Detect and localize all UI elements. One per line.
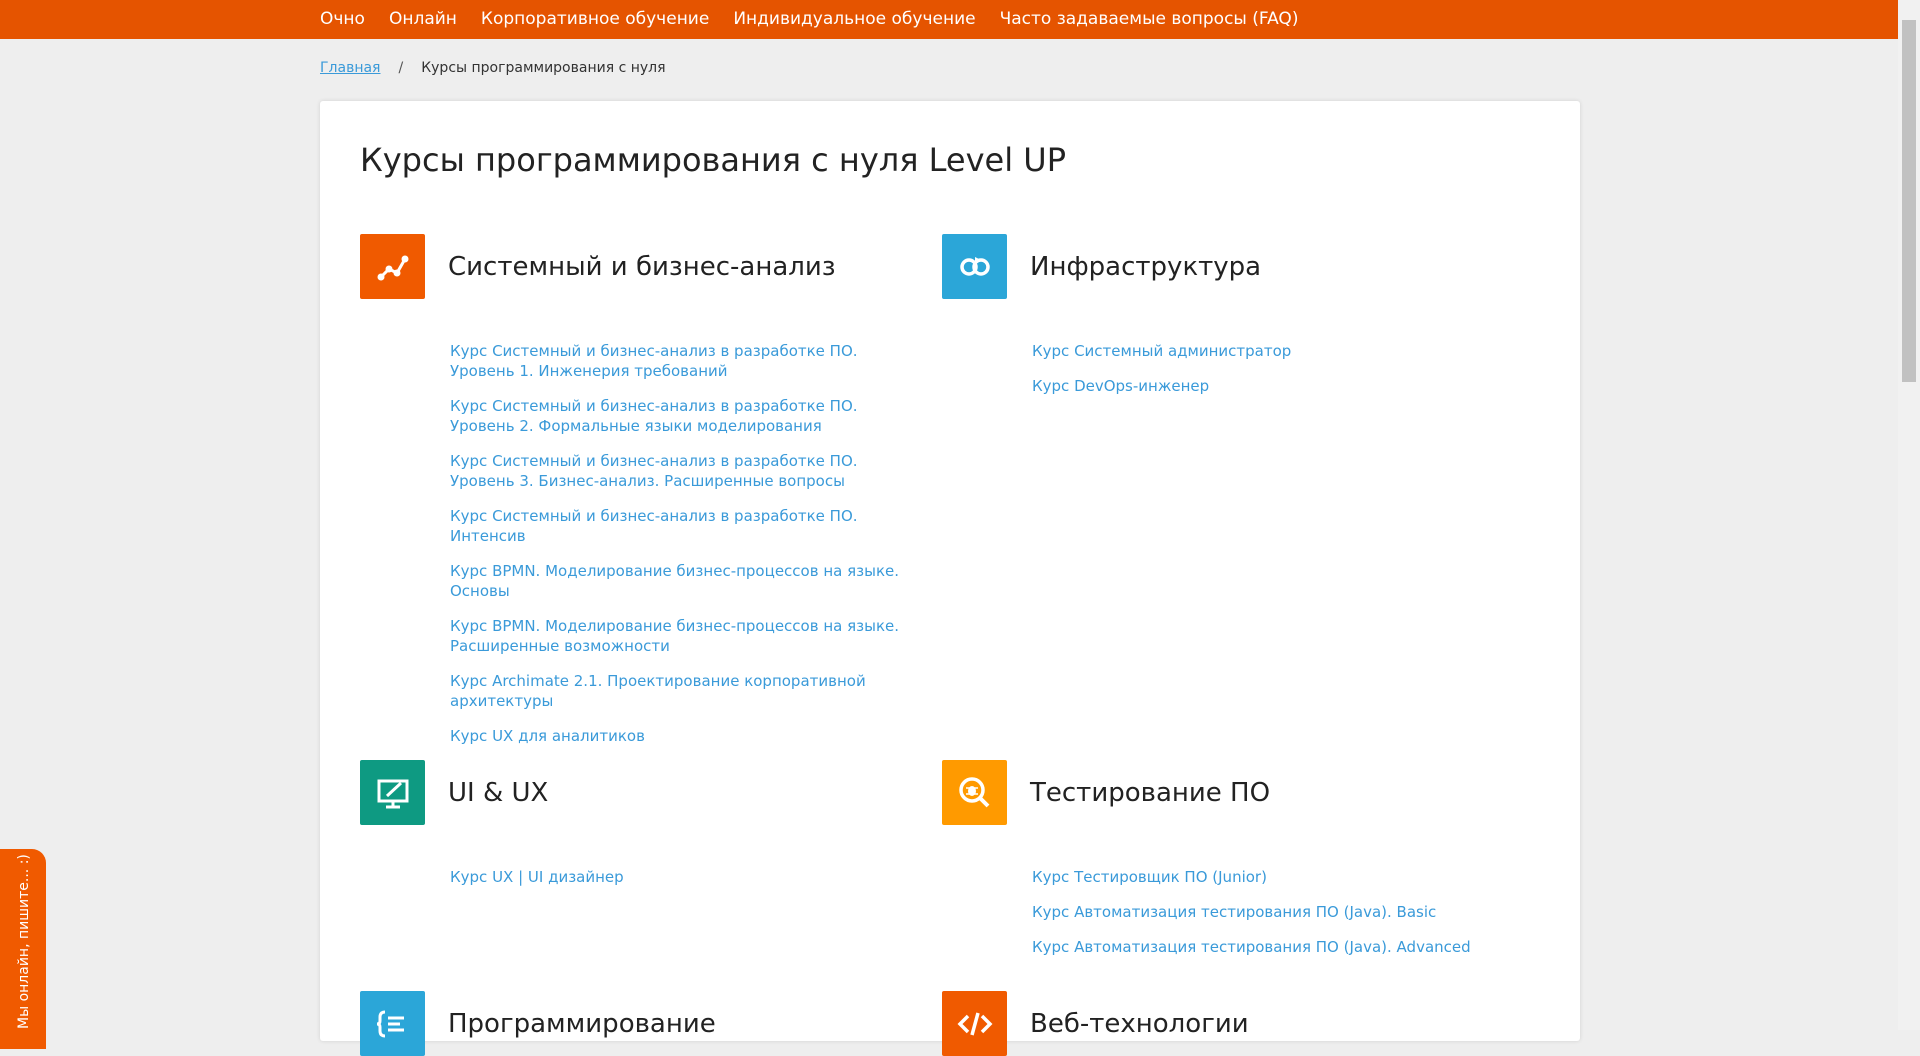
code-tag-icon[interactable] [942,991,1007,1056]
breadcrumb: Главная / Курсы программирования с нуля [320,60,666,76]
vertical-scrollbar[interactable] [1898,0,1920,1030]
category-infrastructure: Инфраструктура Курс Системный администра… [942,234,1502,411]
category-title[interactable]: Инфраструктура [1030,252,1261,282]
course-link[interactable]: Курс DevOps-инженер [1032,376,1502,396]
nav-item-ochno[interactable]: Очно [320,0,365,39]
category-header: UI & UX [360,760,920,825]
category-web: Веб-технологии [942,991,1502,1056]
nav-item-online[interactable]: Онлайн [389,0,457,39]
course-link[interactable]: Курс Archimate 2.1. Проектирование корпо… [450,671,920,711]
content-card: Курсы программирования с нуля Level UP С… [320,101,1580,1056]
course-link[interactable]: Курс Системный администратор [1032,341,1502,361]
course-link[interactable]: Курс Автоматизация тестирования ПО (Java… [1032,902,1502,922]
course-link[interactable]: Курс UX для аналитиков [450,726,920,746]
nav-item-corporate[interactable]: Корпоративное обучение [481,0,709,39]
course-link[interactable]: Курс Системный и бизнес-анализ в разрабо… [450,506,920,546]
nav-item-individual[interactable]: Индивидуальное обучение [733,0,975,39]
course-link[interactable]: Курс BPMN. Моделирование бизнес-процессо… [450,616,920,656]
breadcrumb-separator: / [398,60,404,76]
category-header: Программирование [360,991,920,1056]
infrastructure-loop-icon[interactable] [942,234,1007,299]
category-title[interactable]: Системный и бизнес-анализ [448,252,836,282]
top-navigation: Очно Онлайн Корпоративное обучение Индив… [0,0,1898,39]
category-title[interactable]: UI & UX [448,778,548,808]
course-list: Курс Системный администратор Курс DevOps… [1032,341,1502,396]
course-link[interactable]: Курс Тестировщик ПО (Junior) [1032,867,1502,887]
course-list: Курс Тестировщик ПО (Junior) Курс Автома… [1032,867,1502,957]
breadcrumb-current: Курсы программирования с нуля [421,60,666,76]
course-link[interactable]: Курс Системный и бизнес-анализ в разрабо… [450,451,920,491]
category-header: Системный и бизнес-анализ [360,234,920,299]
scrollbar-thumb[interactable] [1902,20,1916,382]
category-header: Веб-технологии [942,991,1502,1056]
analytics-chart-icon[interactable] [360,234,425,299]
course-link[interactable]: Курс BPMN. Моделирование бизнес-процессо… [450,561,920,601]
category-programming: Программирование [360,991,920,1056]
code-braces-icon[interactable] [360,991,425,1056]
category-testing: Тестирование ПО Курс Тестировщик ПО (Jun… [942,760,1502,972]
online-chat-tab[interactable]: Мы онлайн, пишите... :) [0,849,46,1049]
course-link[interactable]: Курс Системный и бизнес-анализ в разрабо… [450,396,920,436]
course-link[interactable]: Курс Системный и бизнес-анализ в разрабо… [450,341,920,381]
category-system-analysis: Системный и бизнес-анализ Курс Системный… [360,234,920,761]
breadcrumb-home-link[interactable]: Главная [320,60,380,76]
category-header: Инфраструктура [942,234,1502,299]
bug-search-icon[interactable] [942,760,1007,825]
course-list: Курс UX | UI дизайнер [450,867,920,887]
category-title[interactable]: Программирование [448,1009,716,1039]
chat-label: Мы онлайн, пишите... :) [16,854,32,1029]
course-link[interactable]: Курс Автоматизация тестирования ПО (Java… [1032,937,1502,957]
category-header: Тестирование ПО [942,760,1502,825]
nav-menu: Очно Онлайн Корпоративное обучение Индив… [320,0,1322,39]
monitor-pen-icon[interactable] [360,760,425,825]
category-title[interactable]: Тестирование ПО [1030,778,1270,808]
category-title[interactable]: Веб-технологии [1030,1009,1249,1039]
page-title: Курсы программирования с нуля Level UP [360,141,1066,179]
nav-item-faq[interactable]: Часто задаваемые вопросы (FAQ) [1000,0,1299,39]
category-ui-ux: UI & UX Курс UX | UI дизайнер [360,760,920,902]
course-list: Курс Системный и бизнес-анализ в разрабо… [450,341,920,746]
course-link[interactable]: Курс UX | UI дизайнер [450,867,920,887]
